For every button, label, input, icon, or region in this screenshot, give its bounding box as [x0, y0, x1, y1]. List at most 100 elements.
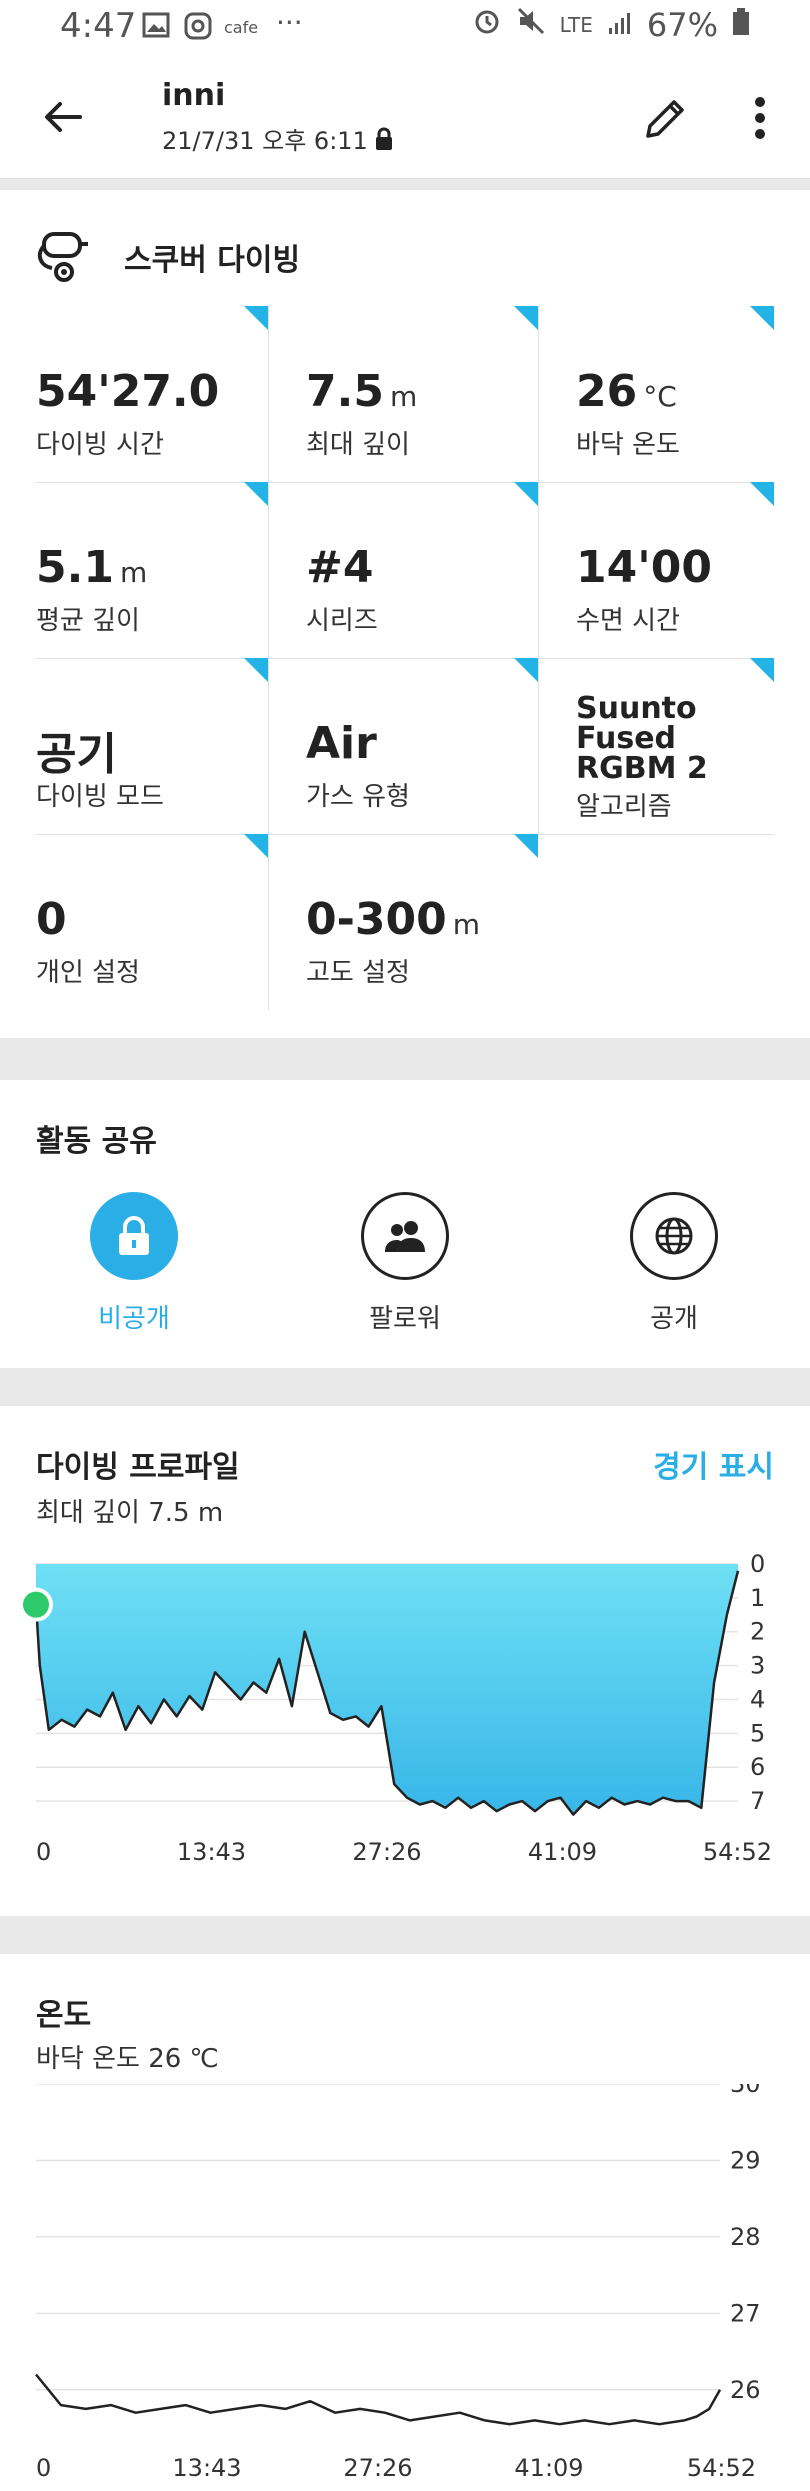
- info-corner: [514, 834, 538, 858]
- info-corner: [514, 482, 538, 506]
- scuba-mask-icon: [37, 232, 88, 282]
- stat-label: 바닥 온도: [576, 430, 680, 460]
- header-title: inni: [162, 78, 226, 113]
- temp-x-tick: 27:26: [343, 2454, 412, 2482]
- stat-personal-setting[interactable]: 0 개인 설정: [36, 834, 268, 1010]
- battery-icon: [732, 6, 750, 44]
- share-private-option[interactable]: 비공개: [44, 1192, 224, 1335]
- depth-y-tick: 3: [750, 1652, 765, 1680]
- depth-y-tick: 7: [750, 1787, 765, 1815]
- activity-header: 스쿠버 다이빙: [36, 222, 300, 292]
- stats-grid: 54'27.0 다이빙 시간 7.5 m 최대 깊이 26 °C 바닥 온도 5.1…: [36, 306, 774, 1010]
- stat-value: 7.5 m: [306, 366, 418, 417]
- share-public-option[interactable]: 공개: [584, 1192, 764, 1335]
- depth-y-tick: 6: [750, 1753, 765, 1781]
- stat-dive-time[interactable]: 54'27.0 다이빙 시간: [36, 306, 268, 482]
- stat-dive-mode[interactable]: 공기 다이빙 모드: [36, 658, 268, 834]
- depth-profile-chart: 0 1 2 3 4 5 6 7 0 13:43 27:26 41:09 54:52: [19, 1550, 772, 1866]
- back-button[interactable]: [38, 92, 88, 142]
- depth-area: [36, 1564, 738, 1815]
- header-date: 21/7/31 오후 6:11: [162, 127, 368, 155]
- temperature-title: 온도: [36, 1998, 92, 2033]
- info-corner: [244, 482, 268, 506]
- lock-icon: [375, 127, 392, 150]
- depth-x-tick: 13:43: [177, 1838, 246, 1866]
- stat-value: 26 °C: [576, 366, 677, 417]
- temp-x-tick: 13:43: [172, 2454, 241, 2482]
- stat-value: Air: [306, 718, 377, 769]
- info-corner: [514, 306, 538, 330]
- stat-algorithm[interactable]: Suunto Fused RGBM 2 알고리즘: [576, 658, 774, 834]
- depth-x-tick: 0: [36, 1838, 51, 1866]
- people-icon: [385, 1221, 425, 1252]
- temp-y-tick: 26: [730, 2376, 761, 2404]
- more-notifications: ···: [276, 6, 303, 39]
- lock-icon: [119, 1216, 149, 1255]
- stat-label: 다이빙 모드: [36, 782, 164, 812]
- share-private-label: 비공개: [98, 1304, 170, 1334]
- globe-icon: [655, 1217, 693, 1255]
- temperature-line: [35, 2373, 722, 2426]
- more-options-button[interactable]: [748, 92, 772, 144]
- temp-y-tick: 30: [730, 2084, 761, 2098]
- stat-altitude-setting[interactable]: 0-300 m 고도 설정: [306, 834, 538, 1010]
- stat-value: 공기: [36, 729, 117, 780]
- temperature-card: 온도 바닥 온도 26 ℃ 30 29 28 27 26 0 13:43 27:26 41:09…: [0, 1954, 810, 2491]
- network-label: LTE: [559, 13, 593, 37]
- share-title: 활동 공유: [36, 1124, 157, 1159]
- temp-x-tick: 0: [36, 2454, 51, 2482]
- grid-divider: [538, 306, 539, 834]
- stat-value: 0: [36, 894, 67, 945]
- grid-divider: [268, 306, 269, 1010]
- share-followers-circle: [361, 1192, 449, 1280]
- profile-title: 다이빙 프로파일: [36, 1450, 240, 1485]
- signal-icon: [607, 6, 633, 44]
- share-card: 활동 공유 비공개 팔로워 공개: [0, 1080, 810, 1368]
- depth-x-tick: 27:26: [352, 1838, 421, 1866]
- dive-start-marker: [19, 1587, 53, 1622]
- share-public-label: 공개: [650, 1304, 698, 1334]
- stat-value: Suunto Fused RGBM 2: [576, 691, 708, 786]
- share-private-circle: [90, 1192, 178, 1280]
- stat-series[interactable]: #4 시리즈: [306, 482, 538, 658]
- stat-label: 다이빙 시간: [36, 430, 164, 460]
- stat-surface-time[interactable]: 14'00 수면 시간: [576, 482, 774, 658]
- temp-x-tick: 41:09: [514, 2454, 583, 2482]
- cafe-label: cafe: [224, 18, 259, 37]
- status-time: 4:47: [60, 6, 137, 46]
- battery-percent: 67%: [646, 6, 718, 44]
- info-corner: [750, 658, 774, 682]
- info-corner: [750, 482, 774, 506]
- stat-value: 0-300 m: [306, 894, 481, 945]
- more-vertical-icon: [755, 97, 765, 139]
- mute-icon: [516, 6, 546, 44]
- stat-bottom-temp[interactable]: 26 °C 바닥 온도: [576, 306, 774, 482]
- instagram-icon: [184, 12, 212, 47]
- stat-label: 최대 깊이: [306, 430, 410, 460]
- stat-gas-type[interactable]: Air 가스 유형: [306, 658, 538, 834]
- info-corner: [244, 834, 268, 858]
- temp-y-tick: 27: [730, 2299, 761, 2327]
- activity-summary-card: 스쿠버 다이빙 54'27.0 다이빙 시간 7.5 m 최대 깊이 26 °C 바…: [0, 190, 810, 1038]
- stat-value: 14'00: [576, 542, 712, 593]
- info-corner: [514, 658, 538, 682]
- info-corner: [244, 658, 268, 682]
- stat-max-depth[interactable]: 7.5 m 최대 깊이: [306, 306, 538, 482]
- pencil-icon: [646, 100, 684, 138]
- share-followers-option[interactable]: 팔로워: [315, 1192, 495, 1335]
- app-bar: inni 21/7/31 오후 6:11: [0, 56, 810, 179]
- gallery-icon: [142, 12, 170, 45]
- stat-avg-depth[interactable]: 5.1 m 평균 깊이: [36, 482, 268, 658]
- info-corner: [750, 306, 774, 330]
- depth-x-tick: 41:09: [528, 1838, 597, 1866]
- activity-name: 스쿠버 다이빙: [124, 243, 301, 278]
- depth-y-tick: 5: [750, 1719, 765, 1747]
- stat-label: 개인 설정: [36, 958, 140, 988]
- share-public-circle: [630, 1192, 718, 1280]
- show-workout-link[interactable]: 경기 표시: [653, 1442, 774, 1486]
- temp-x-tick: 54:52: [687, 2454, 756, 2482]
- dive-profile-card: 다이빙 프로파일 경기 표시 최대 깊이 7.5 m 0 1 2 3 4 5 6 7 0 13:4…: [0, 1406, 810, 1916]
- stat-label: 수면 시간: [576, 606, 680, 636]
- stat-label: 가스 유형: [306, 782, 410, 812]
- edit-button[interactable]: [640, 92, 692, 144]
